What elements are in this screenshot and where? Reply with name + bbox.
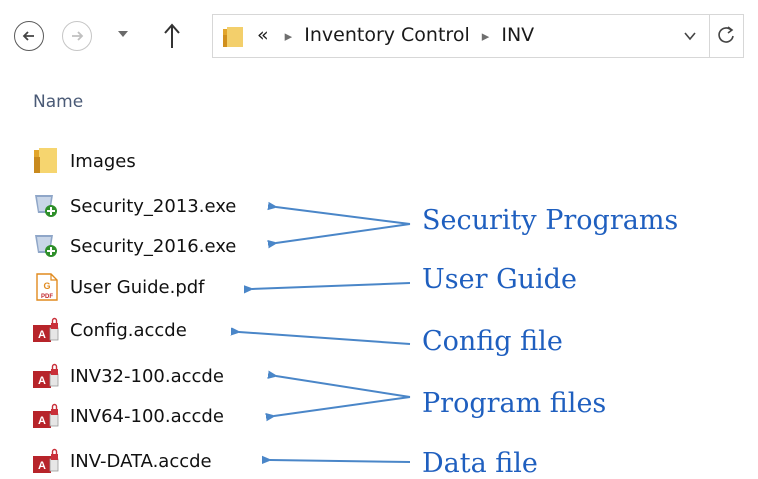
- annotation-data-file: Data file: [422, 448, 538, 479]
- annotation-arrows: [0, 0, 411, 478]
- annotation-config-file: Config file: [422, 326, 563, 357]
- annotation-program-files: Program files: [422, 388, 607, 419]
- arrow-security-2016: [276, 223, 411, 243]
- annotation-user-guide: User Guide: [422, 264, 577, 295]
- annotation-security-programs: Security Programs: [422, 205, 679, 236]
- arrow-user-guide: [252, 282, 411, 289]
- arrow-inv64: [274, 396, 411, 416]
- arrow-security-2013: [276, 207, 411, 225]
- arrow-config: [239, 332, 411, 345]
- arrow-data: [270, 460, 411, 462]
- arrow-inv32: [276, 376, 411, 398]
